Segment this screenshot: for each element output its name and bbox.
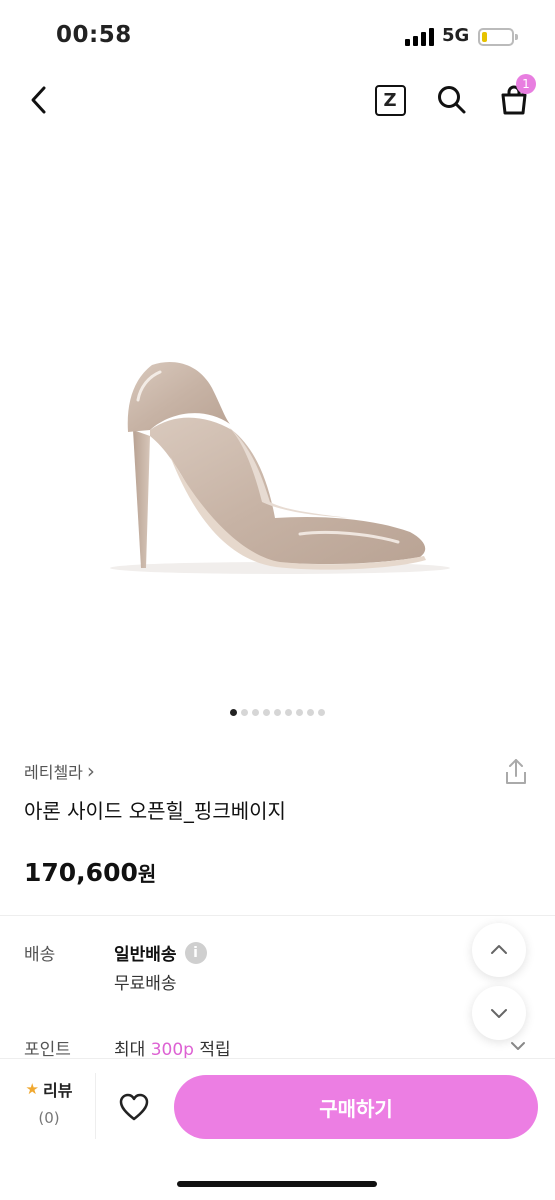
brand-name: 레티첼라	[24, 763, 83, 782]
pump-shoe-image	[110, 361, 450, 574]
chevron-up-icon	[491, 945, 507, 954]
point-label: 포인트	[24, 1040, 71, 1060]
point-expand-button[interactable]	[508, 1036, 528, 1056]
buy-button[interactable]: 구매하기	[174, 1075, 538, 1139]
search-button[interactable]	[430, 78, 474, 122]
pager-dot[interactable]	[274, 709, 281, 716]
search-icon	[438, 86, 466, 114]
status-bar: 00:58 5G	[0, 0, 555, 70]
review-count: (0)	[38, 1109, 60, 1127]
pager-dot[interactable]	[263, 709, 270, 716]
zigzag-z-icon: Z	[374, 84, 406, 116]
pager-dot[interactable]	[252, 709, 259, 716]
battery-icon	[478, 28, 518, 46]
shipping-fee: 무료배송	[114, 974, 177, 994]
network-label: 5G	[442, 25, 470, 46]
chevron-down-icon	[491, 1009, 507, 1018]
status-time: 00:58	[56, 22, 132, 48]
product-price: 170,600원	[24, 858, 156, 887]
point-suffix: 적립	[199, 1040, 231, 1060]
home-indicator	[177, 1181, 377, 1187]
top-nav: Z 1	[0, 70, 555, 130]
pager-dot[interactable]	[230, 709, 237, 716]
point-amount: 300p	[150, 1040, 194, 1060]
info-icon[interactable]: i	[184, 941, 207, 964]
pager-dot[interactable]	[296, 709, 303, 716]
signal-icon	[405, 28, 435, 46]
bottom-action-bar: ★ 리뷰 (0) 구매하기	[0, 1058, 555, 1200]
product-image[interactable]	[0, 130, 555, 700]
shipping-type-text: 일반배송	[114, 945, 177, 965]
pager-dot[interactable]	[285, 709, 292, 716]
back-button[interactable]	[18, 78, 62, 122]
vertical-divider	[95, 1073, 96, 1139]
price-value: 170,600	[24, 858, 138, 887]
point-prefix: 최대	[114, 1040, 146, 1060]
scroll-up-button[interactable]	[472, 923, 526, 977]
pager-dot[interactable]	[318, 709, 325, 716]
shipping-type: 일반배송 i	[114, 940, 207, 965]
chevron-right-icon: ›	[86, 759, 95, 783]
like-button[interactable]	[114, 1087, 154, 1127]
share-icon	[506, 759, 526, 784]
review-button[interactable]: ★ 리뷰 (0)	[14, 1077, 84, 1127]
price-unit: 원	[137, 862, 157, 886]
pager-dot[interactable]	[241, 709, 248, 716]
cart-count-badge: 1	[516, 74, 536, 94]
image-pager	[0, 709, 555, 721]
scroll-down-button[interactable]	[472, 986, 526, 1040]
share-button[interactable]	[500, 756, 532, 788]
product-name: 아론 사이드 오픈힐_핑크베이지	[24, 799, 286, 823]
point-info: 최대 300p 적립	[114, 1035, 231, 1060]
pager-dot[interactable]	[307, 709, 314, 716]
shipping-label: 배송	[24, 945, 56, 965]
heart-icon	[119, 1093, 149, 1121]
cart-button[interactable]: 1	[492, 74, 536, 122]
review-label: 리뷰	[43, 1081, 73, 1100]
zigzag-button[interactable]: Z	[368, 78, 412, 122]
back-chevron-icon	[31, 86, 46, 114]
review-title: ★ 리뷰	[14, 1077, 84, 1101]
star-icon: ★	[25, 1080, 39, 1098]
brand-link[interactable]: 레티첼라 ›	[24, 758, 95, 784]
section-divider	[0, 915, 555, 916]
chevron-down-icon	[511, 1042, 525, 1050]
